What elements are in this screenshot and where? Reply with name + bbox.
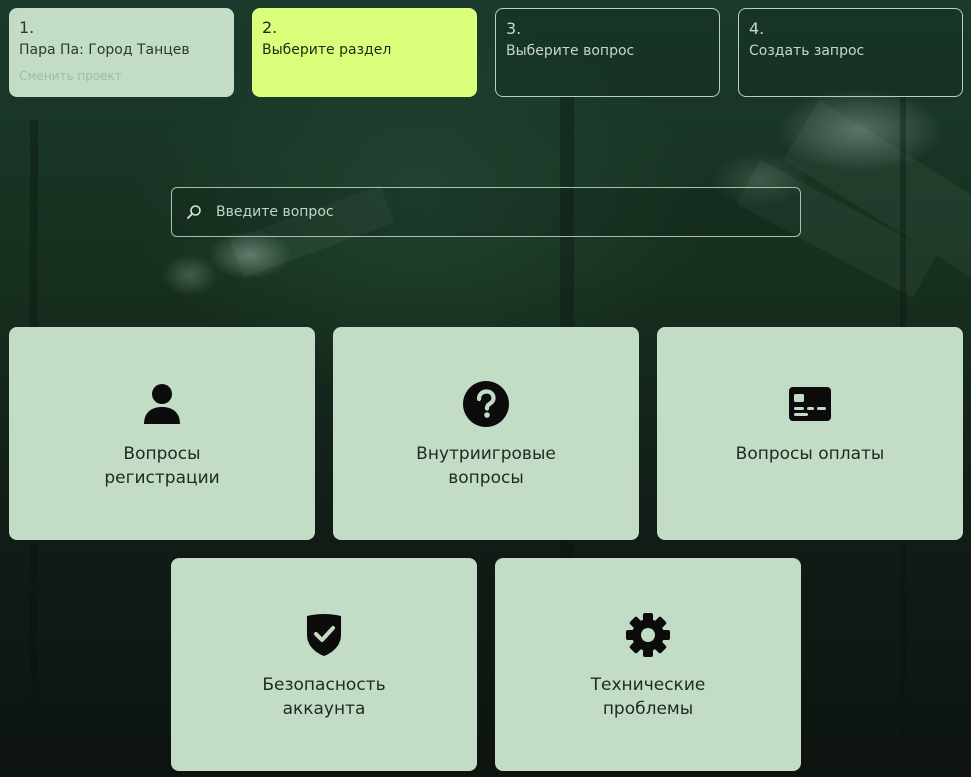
- category-label: Вопросы оплаты: [735, 444, 885, 464]
- category-registration[interactable]: Вопросы регистрации: [9, 327, 315, 540]
- step-number: 3.: [506, 19, 522, 38]
- step-number: 2.: [262, 18, 278, 37]
- step-number: 1.: [19, 18, 35, 37]
- category-ingame[interactable]: Внутриигровые вопросы: [333, 327, 639, 540]
- category-payment[interactable]: Вопросы оплаты: [657, 327, 963, 540]
- step-number: 4.: [749, 19, 765, 38]
- step-select-question: 3. Выберите вопрос: [495, 8, 720, 97]
- search-icon: [187, 205, 201, 219]
- shield-check-icon: [300, 611, 348, 659]
- category-account-security[interactable]: Безопасность аккаунта: [171, 558, 477, 771]
- step-title: Создать запрос: [749, 43, 865, 59]
- category-label: Внутриигровые вопросы: [416, 444, 556, 488]
- category-label: Вопросы регистрации: [104, 444, 220, 488]
- category-label: Безопасность аккаунта: [262, 675, 386, 719]
- change-project-link[interactable]: Сменить проект: [19, 68, 224, 84]
- search-input[interactable]: [214, 203, 778, 221]
- step-select-section: 2. Выберите раздел: [252, 8, 477, 97]
- step-select-project: 1. Пара Па: Город Танцев Сменить проект: [9, 8, 234, 97]
- step-title: Выберите вопрос: [506, 43, 635, 59]
- user-icon: [138, 380, 186, 428]
- question-icon: [462, 380, 510, 428]
- search-box[interactable]: [171, 187, 801, 237]
- step-title: Выберите раздел: [262, 42, 392, 58]
- credit-card-icon: [786, 380, 834, 428]
- step-title: Пара Па: Город Танцев: [19, 42, 190, 58]
- category-label: Технические проблемы: [590, 675, 706, 719]
- gear-icon: [624, 611, 672, 659]
- step-create-request: 4. Создать запрос: [738, 8, 963, 97]
- category-technical[interactable]: Технические проблемы: [495, 558, 801, 771]
